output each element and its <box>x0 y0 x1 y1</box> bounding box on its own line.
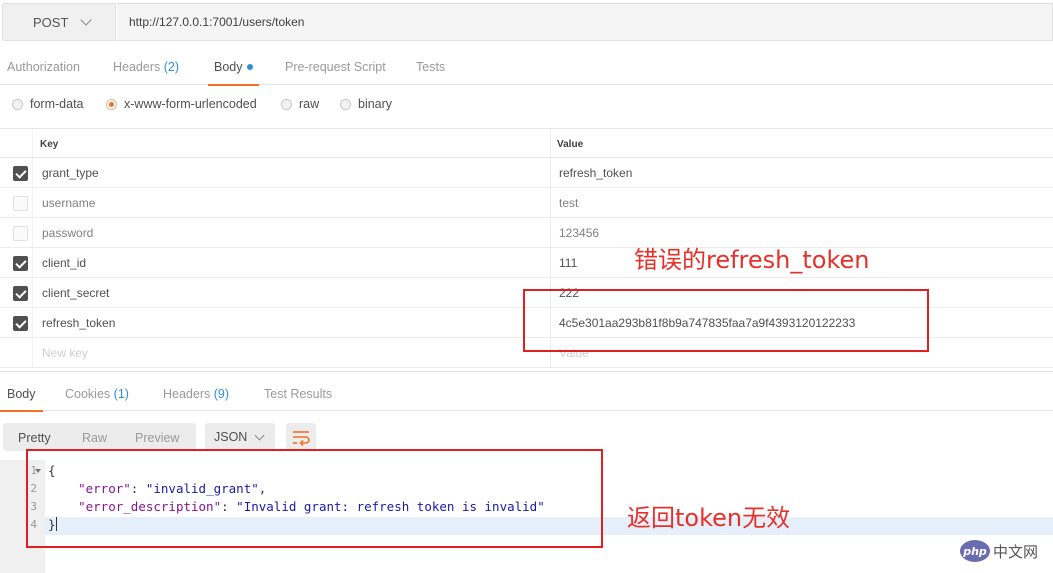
method-label: POST <box>33 14 69 30</box>
value-column-header: Value <box>557 139 584 150</box>
table-row: grant_type refresh_token <box>0 158 1053 188</box>
radio-label: binary <box>358 97 393 111</box>
param-value[interactable]: 123456 <box>559 226 599 240</box>
tab-label: Body <box>7 387 36 401</box>
tab-label: Authorization <box>7 60 80 74</box>
param-value[interactable]: refresh_token <box>559 166 632 180</box>
raw-button[interactable]: Raw <box>82 431 107 445</box>
param-key[interactable]: grant_type <box>42 166 99 180</box>
new-key-input[interactable]: New key <box>42 346 88 360</box>
row-checkbox[interactable] <box>13 256 28 271</box>
radio-selected-icon[interactable] <box>106 98 117 110</box>
row-checkbox[interactable] <box>13 286 28 301</box>
radio-icon[interactable] <box>281 98 292 110</box>
url-text: http://127.0.0.1:7001/users/token <box>129 15 305 29</box>
highlight-box-refresh-token <box>523 289 929 352</box>
tab-authorization[interactable]: Authorization <box>7 60 80 74</box>
param-key[interactable]: client_secret <box>42 286 109 300</box>
radio-form-data[interactable]: form-data <box>12 97 84 111</box>
tab-label: Pre-request Script <box>285 60 386 74</box>
radio-icon[interactable] <box>340 98 351 110</box>
tab-count: (1) <box>113 387 129 401</box>
table-header: Key Value <box>0 128 1053 158</box>
tab-count: (9) <box>213 387 230 401</box>
annotation-wrong-token: 错误的refresh_token <box>634 246 870 274</box>
preview-button[interactable]: Preview <box>135 431 179 445</box>
param-key[interactable]: username <box>42 196 95 210</box>
format-dropdown[interactable]: JSON <box>205 423 275 451</box>
tab-label: Cookies <box>65 387 111 401</box>
tab-body[interactable]: Body <box>208 60 258 86</box>
highlight-box-response <box>26 449 603 548</box>
row-checkbox[interactable] <box>13 196 28 211</box>
row-checkbox[interactable] <box>13 316 28 331</box>
tab-pre-request-script[interactable]: Pre-request Script <box>285 60 386 74</box>
view-mode-group: Pretty Raw Preview <box>3 423 196 451</box>
radio-label: x-www-form-urlencoded <box>124 97 257 111</box>
response-tab-cookies[interactable]: Cookies (1) <box>65 387 129 401</box>
param-value[interactable]: test <box>559 196 578 210</box>
url-bar: POST http://127.0.0.1:7001/users/token <box>0 0 1053 44</box>
table-row: username test <box>0 188 1053 218</box>
annotation-invalid-token: 返回token无效 <box>627 504 791 532</box>
watermark-logo: php 中文网 <box>960 540 1038 562</box>
response-tab-headers[interactable]: Headers (9) <box>163 387 229 401</box>
table-row: client_id 111 <box>0 248 1053 278</box>
row-checkbox[interactable] <box>13 226 28 241</box>
radio-label: form-data <box>30 97 84 111</box>
pretty-button[interactable]: Pretty <box>18 431 51 445</box>
modified-dot-icon <box>246 64 253 70</box>
response-tab-body[interactable]: Body <box>0 387 42 412</box>
chevron-down-icon <box>80 14 93 26</box>
table-row: password 123456 <box>0 218 1053 248</box>
php-badge: php <box>960 540 990 562</box>
tab-label: Headers <box>113 60 161 74</box>
param-key[interactable]: client_id <box>42 256 86 270</box>
param-value[interactable]: 111 <box>559 256 577 270</box>
radio-binary[interactable]: binary <box>340 97 392 111</box>
tab-label: Headers <box>163 387 211 401</box>
response-tabs: Body Cookies (1) Headers (9) Test Result… <box>0 371 1053 412</box>
radio-x-www-form-urlencoded[interactable]: x-www-form-urlencoded <box>106 97 257 111</box>
radio-raw[interactable]: raw <box>281 97 319 111</box>
param-key[interactable]: password <box>42 226 93 240</box>
format-label: JSON <box>214 430 248 444</box>
param-key[interactable]: refresh_token <box>42 316 115 330</box>
key-column-header: Key <box>40 139 59 150</box>
wrap-icon <box>293 431 310 447</box>
tab-label: Tests <box>416 60 446 74</box>
method-dropdown[interactable]: POST <box>2 3 116 41</box>
url-input[interactable]: http://127.0.0.1:7001/users/token <box>117 3 1053 41</box>
response-tab-test-results[interactable]: Test Results <box>264 387 332 401</box>
tab-headers[interactable]: Headers (2) <box>113 60 179 74</box>
row-checkbox[interactable] <box>13 166 28 181</box>
tab-label: Test Results <box>264 387 333 401</box>
radio-label: raw <box>299 97 320 111</box>
chevron-down-icon <box>254 430 265 441</box>
tab-label: Body <box>214 60 243 74</box>
radio-icon[interactable] <box>12 98 23 110</box>
wrap-lines-button[interactable] <box>286 423 316 451</box>
body-type-selector: form-data x-www-form-urlencoded raw bina… <box>0 86 1053 126</box>
request-tabs: Authorization Headers (2) Body Pre-reque… <box>0 48 1053 86</box>
tab-count: (2) <box>163 60 180 74</box>
watermark-text: 中文网 <box>993 542 1039 561</box>
tab-tests[interactable]: Tests <box>416 60 445 74</box>
